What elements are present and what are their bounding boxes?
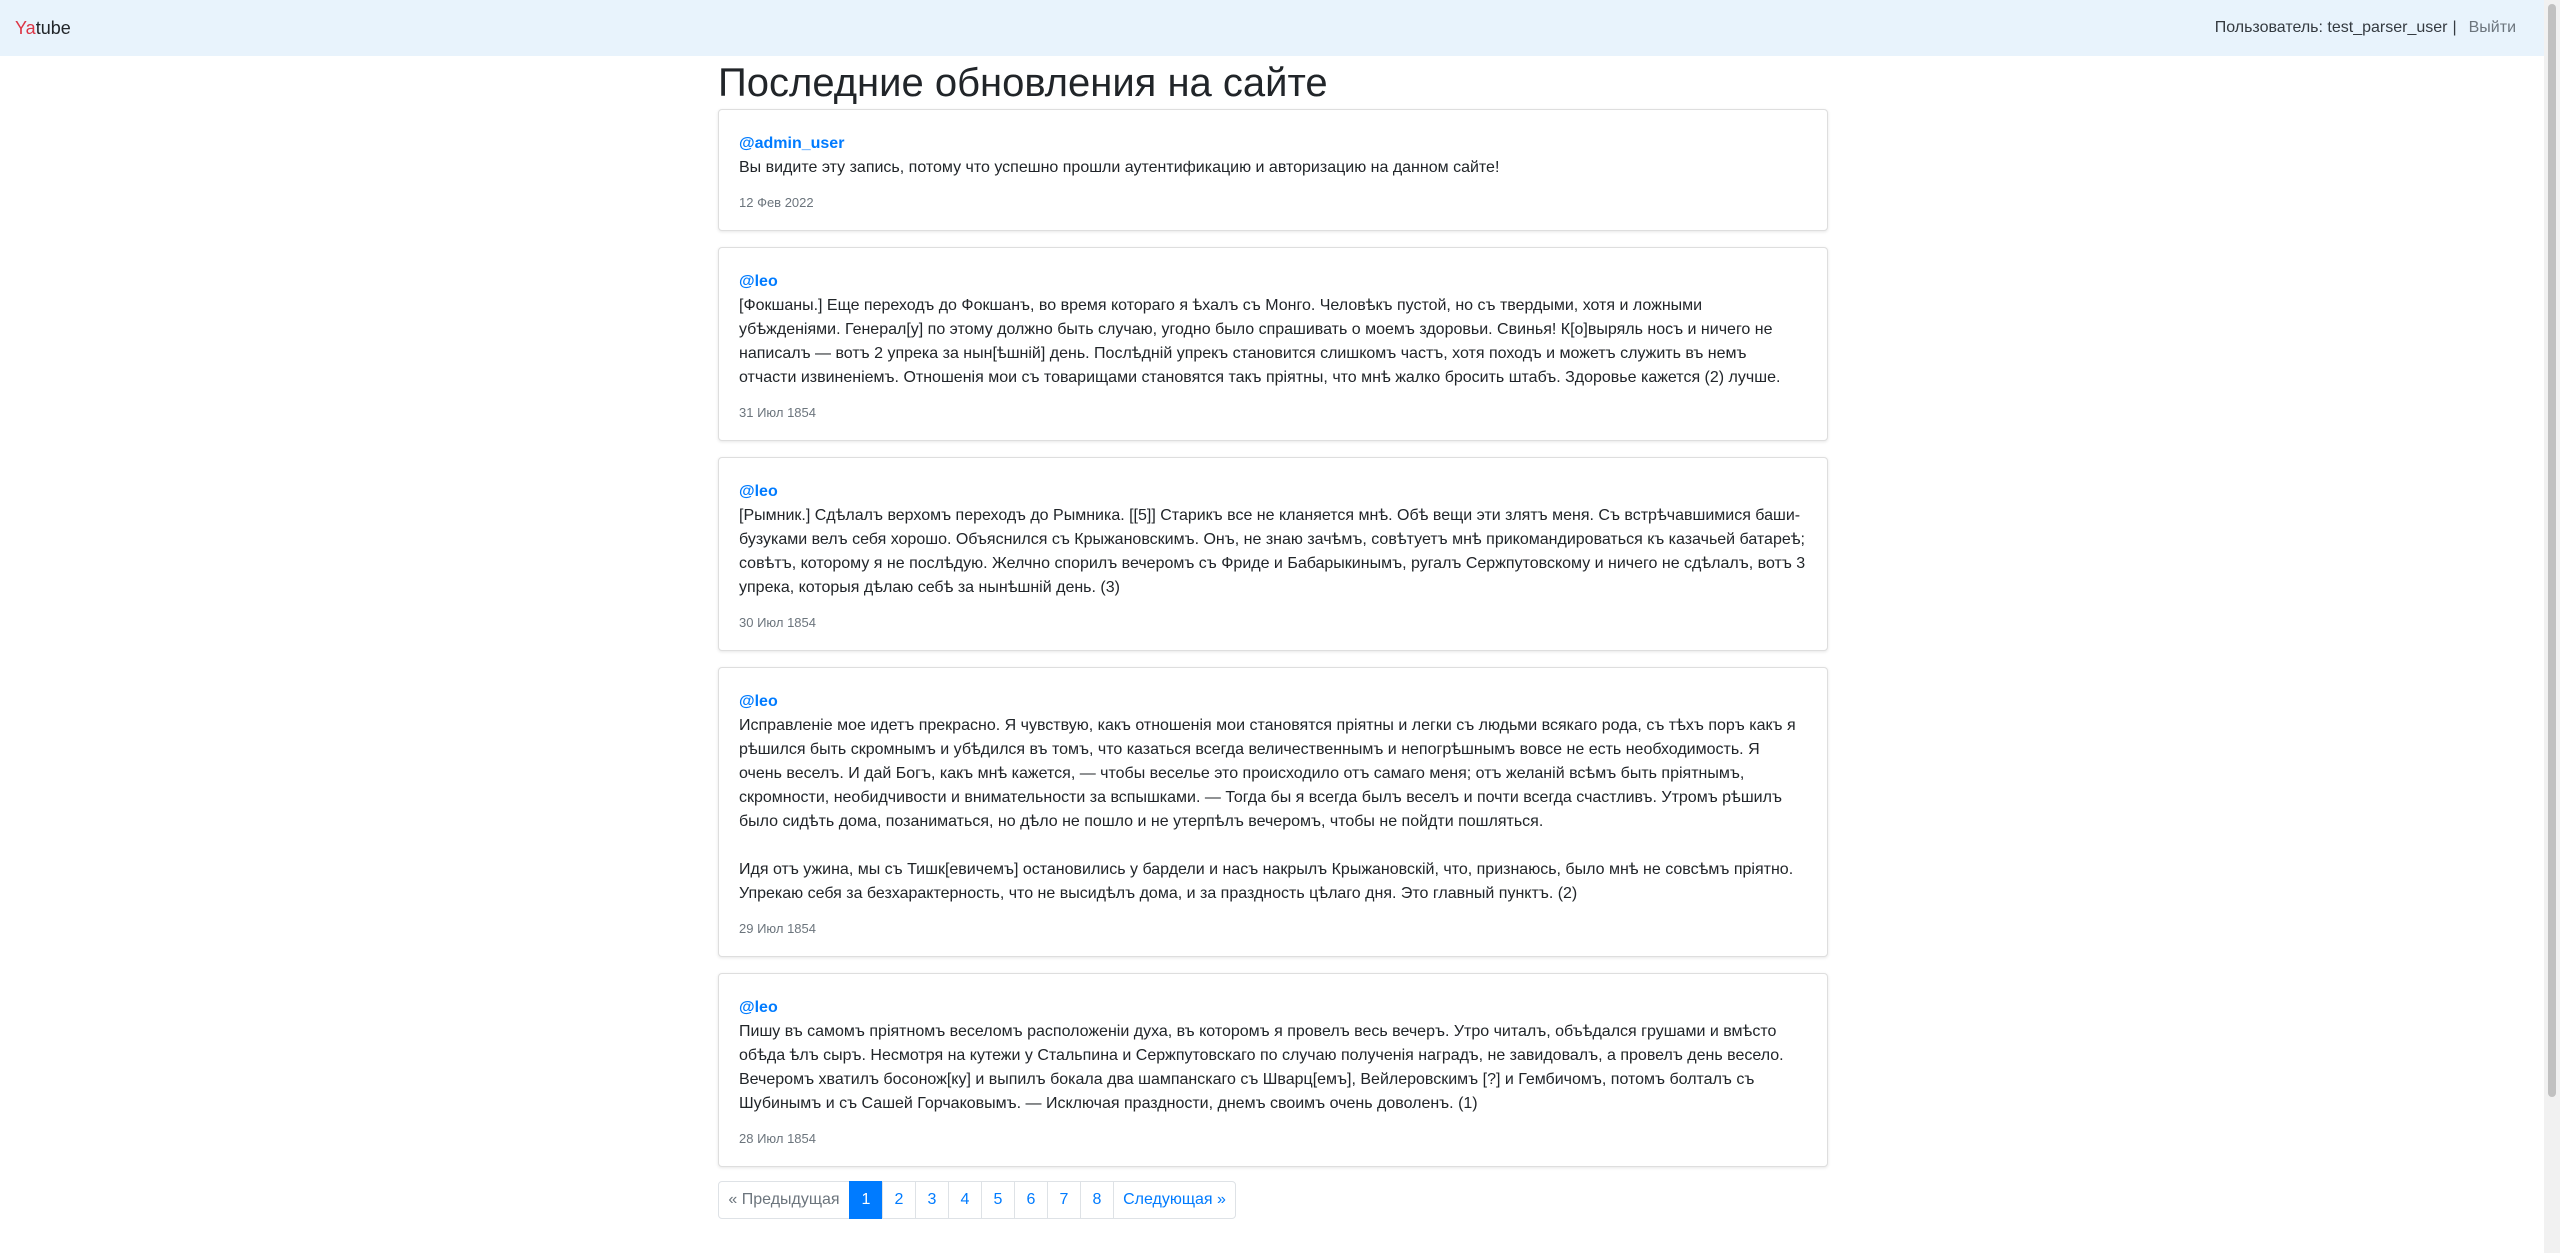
post-text: Вы видите эту запись, потому что успешно… [739,159,1500,176]
post-author-link[interactable]: @leo [739,996,1807,1020]
pagination-page-2[interactable]: 2 [882,1181,916,1219]
post-text: Пишу въ самомъ пріятномъ веселомъ распол… [739,1023,1784,1112]
pagination-page-8[interactable]: 8 [1080,1181,1114,1219]
pagination-page-1[interactable]: 1 [849,1181,883,1219]
logout-link[interactable]: Выйти [2469,19,2516,37]
pagination-page-6[interactable]: 6 [1014,1181,1048,1219]
pagination-page-3[interactable]: 3 [915,1181,949,1219]
brand-logo[interactable]: Ya tube [15,18,71,39]
post-author-link[interactable]: @leo [739,270,1807,294]
post-text: Исправленіе мое идетъ прекрасно. Я чувст… [739,717,1796,830]
current-user-label: Пользователь: test_parser_user [2214,19,2448,36]
pagination-next[interactable]: Следующая » [1113,1181,1236,1219]
pagination: « Предыдущая 1 2 3 4 5 6 7 8 Следующая » [718,1181,1828,1219]
post-date: 31 Июл 1854 [739,405,816,420]
pagination-page-5[interactable]: 5 [981,1181,1015,1219]
scrollbar-thumb[interactable] [2548,4,2556,1097]
pagination-prev[interactable]: « Предыдущая [718,1181,850,1219]
post-list: @admin_user Вы видите эту запись, потому… [718,109,1828,1167]
nav-user-area: Пользователь: test_parser_user | Выйти [2215,19,2529,37]
post-card: @leo [Рымник.] Сдѣлалъ верхомъ переходъ … [718,457,1828,651]
post-card: @leo [Фокшаны.] Еще переходъ до Фокшанъ,… [718,247,1828,441]
pagination-page-7[interactable]: 7 [1047,1181,1081,1219]
post-author-link[interactable]: @admin_user [739,132,1807,156]
post-card: @leo Пишу въ самомъ пріятномъ веселомъ р… [718,973,1828,1167]
post-text: [Рымник.] Сдѣлалъ верхомъ переходъ до Ры… [739,507,1806,596]
main-content: Последние обновления на сайте @admin_use… [718,56,1828,1235]
post-author-link[interactable]: @leo [739,480,1807,504]
brand-name: tube [35,17,71,38]
page-title: Последние обновления на сайте [718,61,1328,105]
pagination-page-4[interactable]: 4 [948,1181,982,1219]
page-scrollbar[interactable] [2544,0,2560,1253]
post-text: Идя отъ ужина, мы съ Тишк[евичемъ] остан… [739,861,1794,902]
post-card: @leo Исправленіе мое идетъ прекрасно. Я … [718,667,1828,957]
nav-separator: | [2452,19,2457,36]
post-author-link[interactable]: @leo [739,690,1807,714]
brand-accent: Ya [15,17,36,38]
post-card: @admin_user Вы видите эту запись, потому… [718,109,1828,231]
post-text: [Фокшаны.] Еще переходъ до Фокшанъ, во в… [739,297,1781,386]
post-date: 30 Июл 1854 [739,615,816,630]
post-date: 28 Июл 1854 [739,1131,816,1146]
post-date: 12 Фев 2022 [739,195,814,210]
navbar: Ya tube Пользователь: test_parser_user | … [0,0,2544,56]
post-date: 29 Июл 1854 [739,921,816,936]
